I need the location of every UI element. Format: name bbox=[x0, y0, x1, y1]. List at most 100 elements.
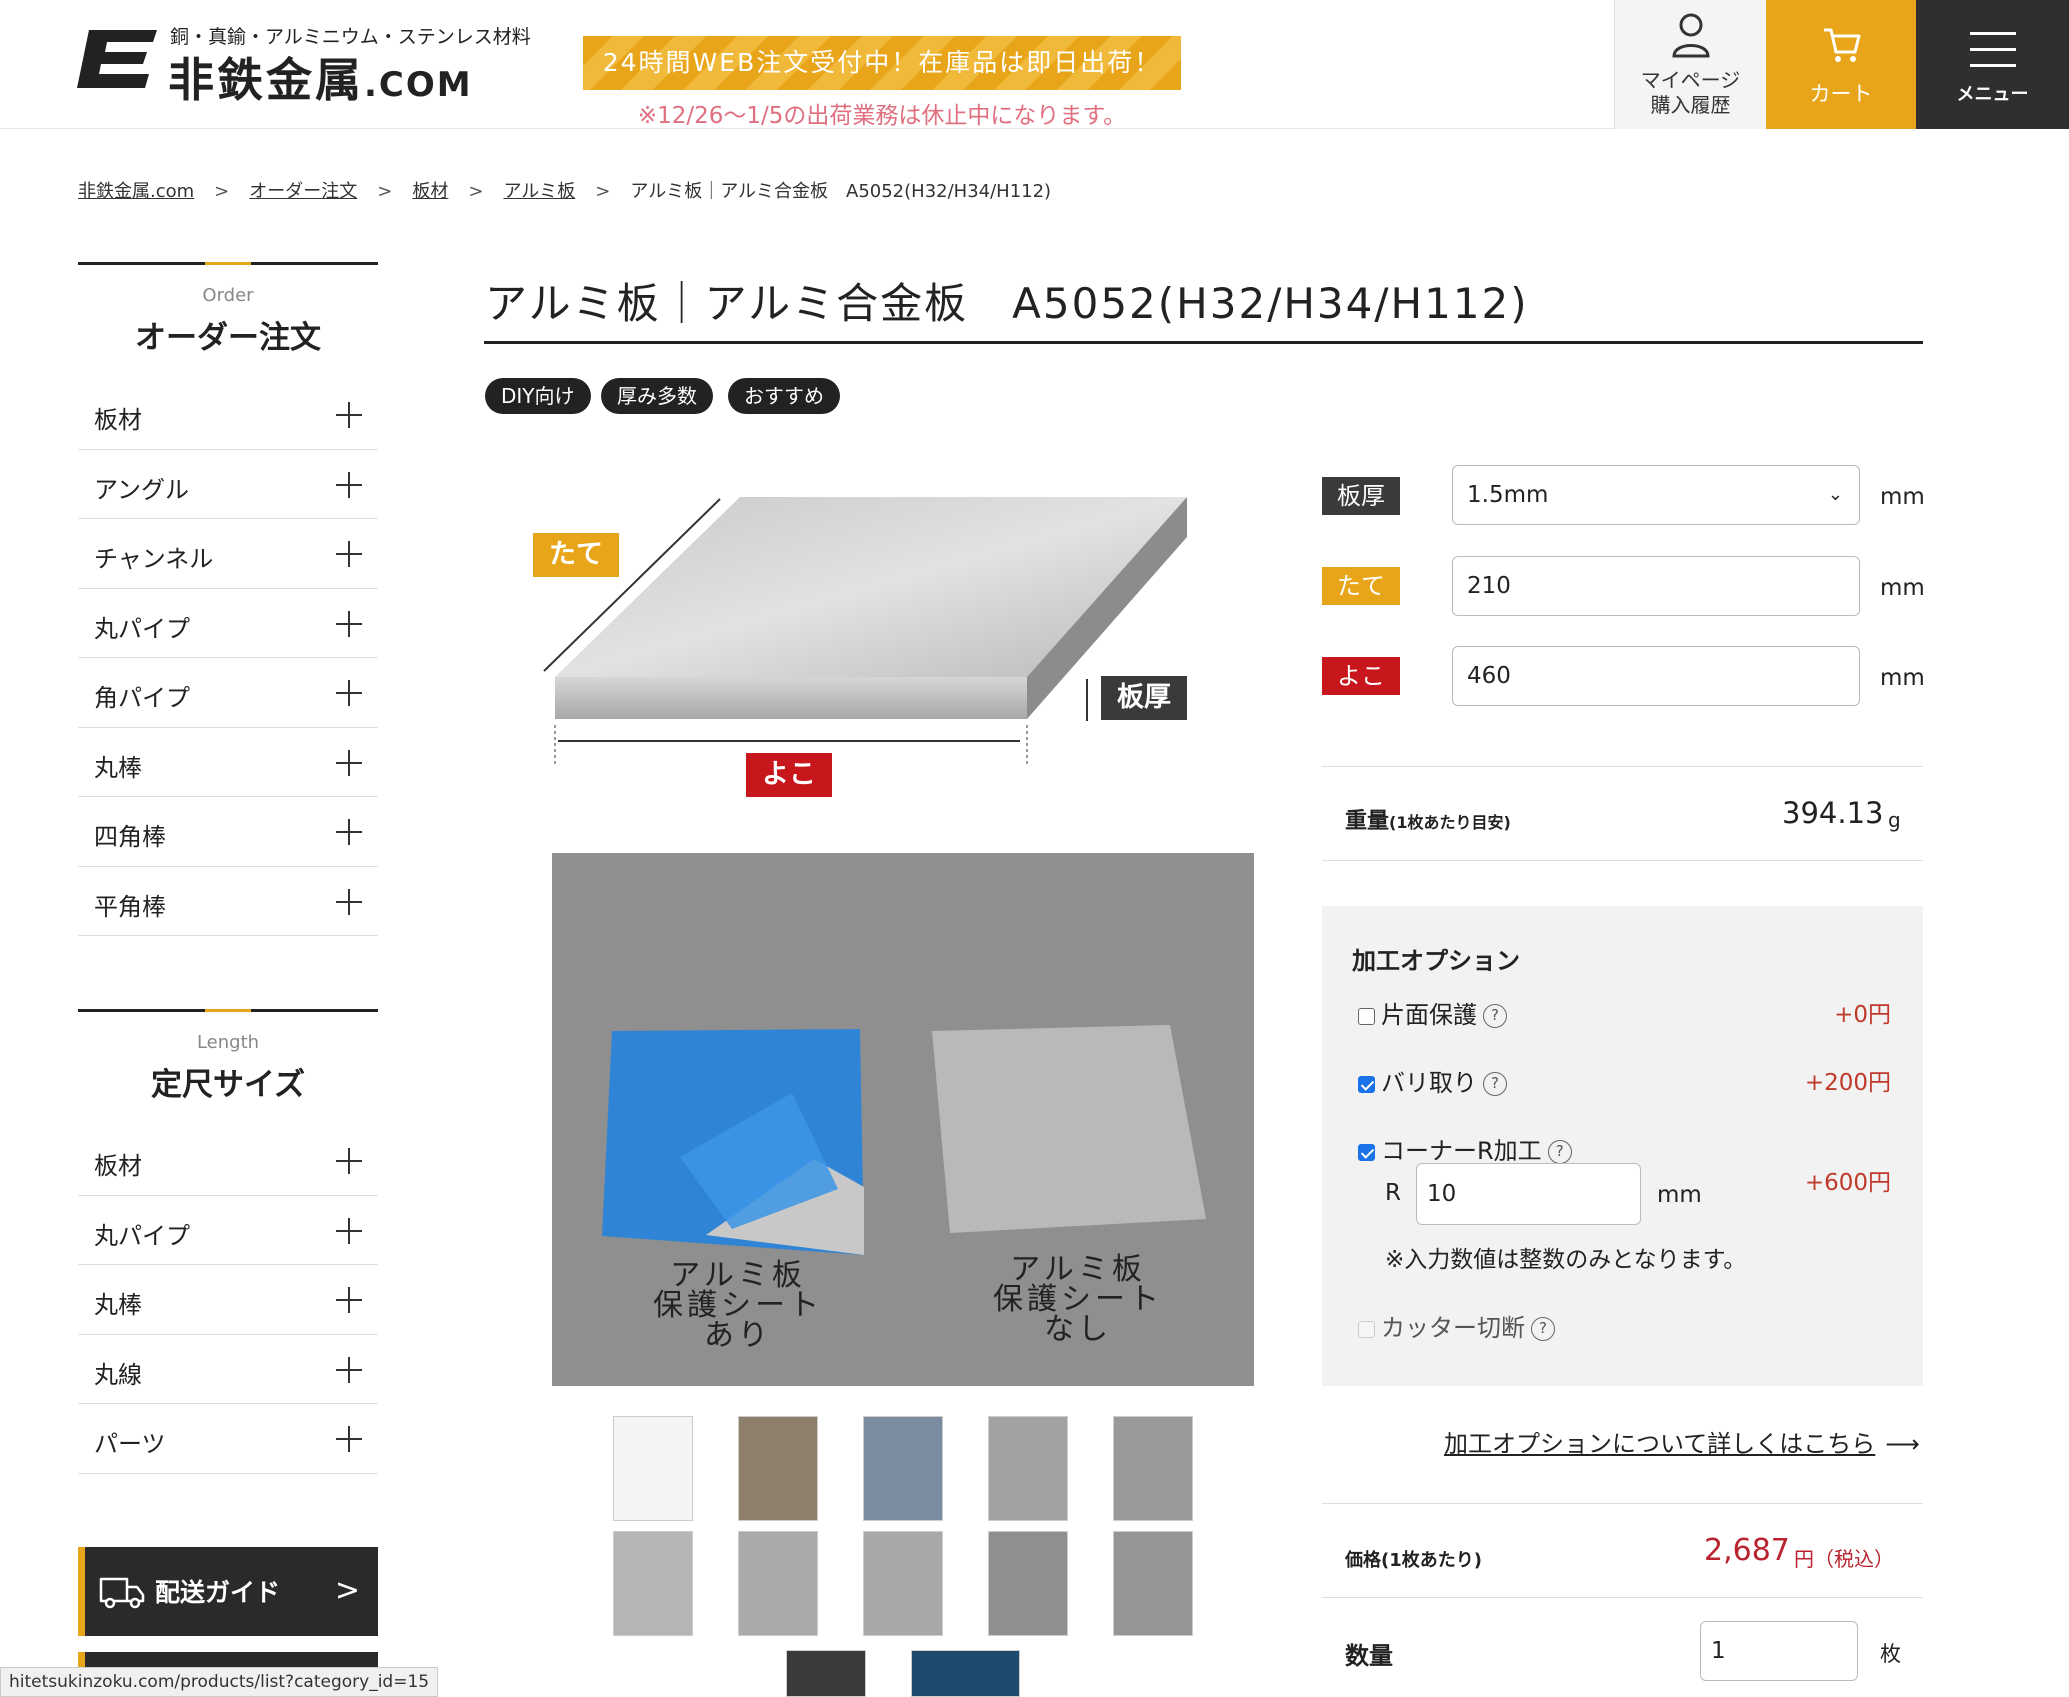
thumbnail[interactable] bbox=[786, 1650, 866, 1697]
chevron-down-icon: ⌄ bbox=[1827, 484, 1843, 505]
sidebar-item-label: 板材 bbox=[94, 406, 142, 434]
site-logo[interactable]: 非鉄金属.COM bbox=[168, 44, 473, 110]
sidebar-item-round-wire[interactable]: 丸線 bbox=[78, 1335, 378, 1404]
user-icon bbox=[1672, 13, 1710, 58]
sidebar-item-label: 丸パイプ bbox=[94, 1221, 190, 1250]
menu-button[interactable]: メニュー bbox=[1916, 0, 2069, 129]
sidebar-item-label: 丸棒 bbox=[94, 753, 142, 782]
length-section-en: Length bbox=[196, 1032, 260, 1053]
caption-line: アルミ板 bbox=[670, 1258, 806, 1293]
plus-icon[interactable] bbox=[336, 680, 362, 706]
sidebar-item-label: 丸パイプ bbox=[94, 614, 190, 643]
breadcrumb-order[interactable]: オーダー注文 bbox=[249, 181, 357, 202]
sidebar-item-flat-bar[interactable]: 平角棒 bbox=[78, 867, 378, 936]
sidebar-item-label: 四角棒 bbox=[94, 823, 166, 851]
weight-unit: g bbox=[1888, 808, 1901, 832]
length-section-header: Length 定尺サイズ bbox=[78, 1009, 378, 1104]
plus-icon[interactable] bbox=[336, 471, 362, 498]
plus-icon[interactable] bbox=[336, 1356, 362, 1383]
option-label: カッター切断 bbox=[1381, 1314, 1525, 1342]
plus-icon[interactable] bbox=[336, 749, 362, 776]
option-deburring[interactable]: バリ取り? bbox=[1358, 1063, 1507, 1098]
caption-line: あり bbox=[704, 1318, 772, 1353]
mypage-button[interactable]: マイページ 購入履歴 bbox=[1614, 0, 1766, 129]
thumbnail[interactable] bbox=[863, 1416, 943, 1521]
price-unit: 円（税込） bbox=[1794, 1547, 1894, 1571]
sidebar-item-round-bar[interactable]: 丸棒 bbox=[78, 1265, 378, 1335]
corner-r-label: R bbox=[1385, 1180, 1401, 1206]
divider bbox=[1322, 1597, 1923, 1598]
option-price: +0円 bbox=[1834, 1002, 1891, 1028]
sidebar-item-channel[interactable]: チャンネル bbox=[78, 519, 378, 589]
thumbnail[interactable] bbox=[738, 1531, 818, 1636]
plus-icon[interactable] bbox=[336, 402, 362, 428]
plus-icon[interactable] bbox=[336, 1148, 362, 1174]
thumbnail[interactable] bbox=[988, 1531, 1068, 1636]
checkbox-checked[interactable] bbox=[1358, 1143, 1375, 1161]
plus-icon[interactable] bbox=[336, 1426, 362, 1452]
tate-input[interactable]: 210 bbox=[1452, 556, 1860, 616]
thumbnail[interactable] bbox=[613, 1531, 693, 1636]
sidebar-item-round-bar[interactable]: 丸棒 bbox=[78, 728, 378, 797]
sidebar-item-plate[interactable]: 板材 bbox=[78, 380, 378, 450]
length-section-title: 定尺サイズ bbox=[150, 1067, 306, 1103]
plus-icon[interactable] bbox=[336, 1217, 362, 1244]
product-photo[interactable]: アルミ板 保護シート あり アルミ板 保護シート なし bbox=[552, 853, 1254, 1386]
yoko-input[interactable]: 460 bbox=[1452, 646, 1860, 706]
shipping-guide-button[interactable]: 配送ガイド > bbox=[78, 1547, 378, 1636]
checkbox[interactable] bbox=[1358, 1007, 1375, 1025]
chevron-right-icon: > bbox=[214, 181, 230, 202]
option-corner-r[interactable]: コーナーR加工? bbox=[1358, 1131, 1572, 1166]
thumbnail[interactable] bbox=[613, 1416, 693, 1521]
sidebar-item-square-bar[interactable]: 四角棒 bbox=[78, 797, 378, 867]
thumbnail[interactable] bbox=[1113, 1416, 1193, 1521]
order-category-list: 板材 アングル チャンネル 丸パイプ 角パイプ 丸棒 四角棒 平角棒 bbox=[78, 380, 378, 936]
help-icon[interactable]: ? bbox=[1531, 1317, 1555, 1341]
breadcrumb-home[interactable]: 非鉄金属.com bbox=[78, 181, 194, 202]
tag-many-thickness[interactable]: 厚み多数 bbox=[601, 378, 713, 414]
option-single-side-protect[interactable]: 片面保護? bbox=[1358, 995, 1507, 1030]
cart-button[interactable]: カート bbox=[1766, 0, 1916, 129]
plus-icon[interactable] bbox=[336, 888, 362, 915]
help-icon[interactable]: ? bbox=[1483, 1072, 1507, 1096]
sidebar-item-angle[interactable]: アングル bbox=[78, 450, 378, 519]
sidebar-item-label: 丸線 bbox=[94, 1360, 142, 1389]
photo-caption-left: アルミ板 保護シート あり bbox=[608, 1261, 868, 1351]
tag-recommended[interactable]: おすすめ bbox=[728, 378, 840, 414]
hamburger-icon bbox=[1970, 32, 2016, 67]
options-details-link[interactable]: 加工オプションについて詳しくはこちら ⟶ bbox=[1444, 1424, 1920, 1459]
breadcrumb-plate[interactable]: 板材 bbox=[412, 181, 448, 202]
sidebar-item-round-pipe[interactable]: 丸パイプ bbox=[78, 1196, 378, 1265]
photo-caption-right: アルミ板 保護シート なし bbox=[948, 1255, 1208, 1345]
plus-icon[interactable] bbox=[336, 819, 362, 845]
shipping-guide-label: 配送ガイド bbox=[155, 1578, 281, 1607]
breadcrumb-aluminum-plate[interactable]: アルミ板 bbox=[503, 181, 575, 202]
thumbnail[interactable] bbox=[1113, 1531, 1193, 1636]
thickness-select[interactable]: 1.5mm ⌄ bbox=[1452, 465, 1860, 525]
options-details-text: 加工オプションについて詳しくはこちら bbox=[1444, 1430, 1876, 1458]
plus-icon[interactable] bbox=[336, 1287, 362, 1313]
option-cutter-cut[interactable]: カッター切断? bbox=[1358, 1308, 1555, 1343]
sidebar-item-label: 板材 bbox=[94, 1152, 142, 1180]
corner-r-input[interactable]: 10 bbox=[1416, 1163, 1641, 1225]
order-section-title: オーダー注文 bbox=[135, 320, 321, 356]
thickness-value: 1.5mm bbox=[1467, 482, 1549, 508]
sidebar-item-parts[interactable]: パーツ bbox=[78, 1404, 378, 1474]
sidebar-item-plate[interactable]: 板材 bbox=[78, 1126, 378, 1196]
thumbnail[interactable] bbox=[911, 1650, 1020, 1697]
logo-mark-icon[interactable] bbox=[77, 30, 157, 90]
plus-icon[interactable] bbox=[336, 541, 362, 567]
quantity-input[interactable]: 1 bbox=[1700, 1621, 1858, 1681]
thumbnail[interactable] bbox=[988, 1416, 1068, 1521]
tag-diy[interactable]: DIY向け bbox=[485, 378, 591, 414]
chevron-right-icon: > bbox=[377, 181, 393, 202]
sidebar-item-round-pipe[interactable]: 丸パイプ bbox=[78, 589, 378, 658]
help-icon[interactable]: ? bbox=[1483, 1004, 1507, 1028]
checkbox-checked[interactable] bbox=[1358, 1075, 1375, 1093]
thumbnail[interactable] bbox=[863, 1531, 943, 1636]
sidebar-item-square-pipe[interactable]: 角パイプ bbox=[78, 658, 378, 728]
help-icon[interactable]: ? bbox=[1547, 1140, 1572, 1164]
plus-icon[interactable] bbox=[336, 610, 362, 637]
thumbnail[interactable] bbox=[738, 1416, 818, 1521]
tate-unit: mm bbox=[1880, 575, 1925, 601]
